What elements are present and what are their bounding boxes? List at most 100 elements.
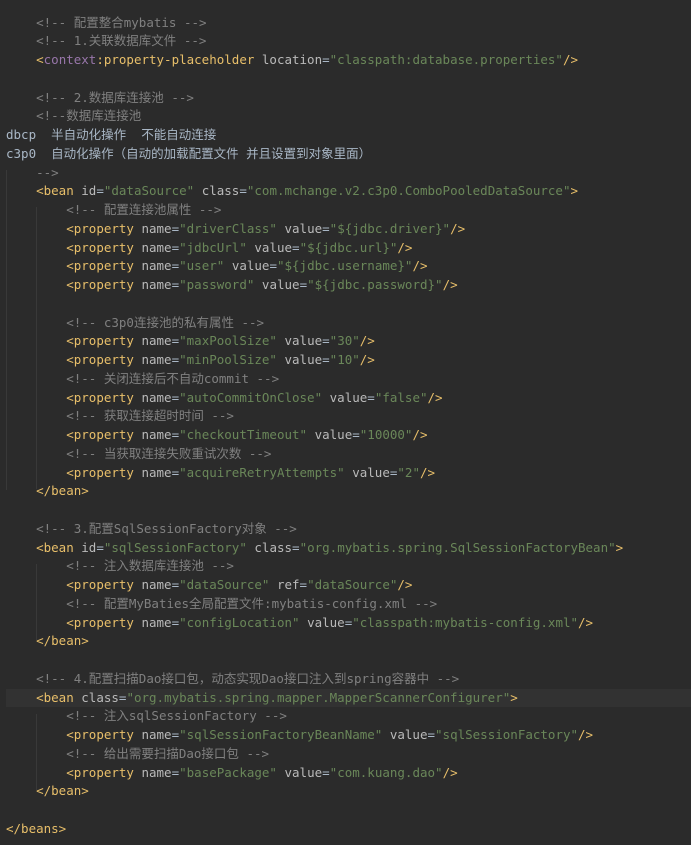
code-line[interactable] — [6, 651, 691, 670]
attribute-value: "autoCommitOnClose" — [179, 389, 323, 405]
code-text: = — [322, 220, 330, 236]
code-line[interactable] — [6, 501, 691, 520]
attribute-value: "${jdbc.password}" — [307, 277, 443, 292]
attribute-value: "sqlSessionFactory" — [435, 727, 579, 742]
code-text: = — [171, 389, 180, 405]
xml-tag: <bean — [36, 539, 82, 555]
attribute-value: "checkoutTimeout" — [179, 427, 308, 442]
code-line[interactable]: <property name="configLocation" value="c… — [6, 614, 691, 633]
xml-attribute: name — [141, 427, 172, 442]
code-line[interactable]: <property name="password" value="${jdbc.… — [6, 276, 691, 295]
xml-tag: </bean> — [36, 783, 89, 799]
xml-attribute: value — [284, 333, 323, 349]
xml-attribute: value — [231, 258, 270, 274]
attribute-value: "com.kuang.dao" — [329, 764, 443, 780]
code-line[interactable]: </bean> — [6, 482, 691, 501]
code-line[interactable]: </bean> — [6, 782, 691, 801]
code-line[interactable]: <property name="basePackage" value="com.… — [6, 764, 691, 783]
code-line[interactable]: <!-- 3.配置SqlSessionFactory对象 --> — [6, 520, 691, 539]
code-text: = — [171, 352, 180, 367]
xml-attribute: class — [81, 689, 119, 705]
code-line[interactable]: <bean class="org.mybatis.spring.mapper.M… — [6, 688, 691, 708]
attribute-value: "${jdbc.driver}" — [329, 220, 451, 236]
code-line[interactable]: <property name="user" value="${jdbc.user… — [6, 257, 691, 276]
code-editor[interactable]: <!-- 配置整合mybatis --> <!-- 1.关联数据库文件 --> … — [0, 0, 691, 845]
code-line[interactable]: c3p0 自动化操作（自动的加载配置文件 并且设置到对象里面） — [6, 145, 691, 164]
code-line[interactable]: </bean> — [6, 632, 691, 651]
code-line[interactable]: --> — [6, 164, 691, 183]
code-text: = — [171, 239, 180, 255]
attribute-value: "${jdbc.url}" — [299, 239, 398, 255]
attribute-value: "2" — [397, 464, 420, 480]
comment-text: dbcp 半自动化操作 不能自动连接 — [6, 127, 217, 142]
code-line[interactable]: <!-- 2.数据库连接池 --> — [6, 89, 691, 108]
code-line[interactable]: <property name="jdbcUrl" value="${jdbc.u… — [6, 239, 691, 258]
code-line[interactable]: </beans> — [6, 820, 691, 839]
xml-attribute: name — [141, 464, 172, 480]
code-line[interactable]: <property name="maxPoolSize" value="30"/… — [6, 332, 691, 351]
code-line[interactable]: <!-- 配置连接池属性 --> — [6, 201, 691, 220]
code-line[interactable]: <bean id="dataSource" class="com.mchange… — [6, 182, 691, 201]
code-line[interactable]: <property name="sqlSessionFactoryBeanNam… — [6, 726, 691, 745]
code-line[interactable] — [6, 295, 691, 314]
code-line[interactable]: <!-- 当获取连接失败重试次数 --> — [6, 445, 691, 464]
xml-tag: > — [510, 689, 518, 705]
code-line[interactable]: <!-- 关闭连接后不自动commit --> — [6, 370, 691, 389]
attribute-value: "classpath:mybatis-config.xml" — [352, 614, 579, 630]
code-line[interactable]: <context:property-placeholder location="… — [6, 51, 691, 70]
code-line[interactable]: <property name="checkoutTimeout" value="… — [6, 426, 691, 445]
code-line[interactable]: <!-- 注入数据库连接池 --> — [6, 557, 691, 576]
code-line[interactable]: <!-- 1.关联数据库文件 --> — [6, 32, 691, 51]
code-line[interactable]: <!-- 4.配置扫描Dao接口包，动态实现Dao接口注入到spring容器中 … — [6, 670, 691, 689]
xml-tag: < — [36, 52, 44, 67]
code-line[interactable]: <!-- 获取连接超时时间 --> — [6, 407, 691, 426]
code-comment: <!-- 当获取连接失败重试次数 --> — [66, 445, 272, 461]
attribute-value: "10000" — [359, 427, 413, 442]
code-line[interactable]: <property name="driverClass" value="${jd… — [6, 220, 691, 239]
code-line[interactable] — [6, 801, 691, 820]
xml-tag: /> — [562, 52, 579, 67]
attribute-value: "jdbcUrl" — [179, 239, 247, 255]
attribute-value: "${jdbc.username}" — [276, 258, 413, 274]
code-line[interactable]: <bean id="sqlSessionFactory" class="org.… — [6, 539, 691, 558]
xml-tag: <property — [66, 333, 142, 349]
code-comment: <!-- 配置连接池属性 --> — [66, 202, 222, 217]
xml-attribute: name — [141, 352, 172, 367]
code-line[interactable]: <property name="autoCommitOnClose" value… — [6, 389, 691, 408]
code-comment: <!-- 注入数据库连接池 --> — [66, 558, 234, 574]
code-text: = — [171, 764, 180, 780]
xml-tag: <property — [66, 427, 142, 442]
code-line[interactable]: <property name="minPoolSize" value="10"/… — [6, 351, 691, 370]
code-text: = — [352, 427, 360, 442]
code-line[interactable]: <!-- 给出需要扫描Dao接口包 --> — [6, 745, 691, 764]
code-line[interactable]: <property name="acquireRetryAttempts" va… — [6, 464, 691, 483]
attribute-value: "30" — [329, 333, 360, 349]
xml-tag: <bean — [36, 183, 82, 199]
xml-tag: /> — [412, 258, 428, 274]
code-line[interactable]: <!-- 配置整合mybatis --> — [6, 14, 691, 33]
code-line[interactable] — [6, 70, 691, 89]
code-line[interactable]: <!-- 配置MyBaties全局配置文件:mybatis-config.xml… — [6, 595, 691, 614]
xml-tag: /> — [397, 577, 413, 592]
code-line[interactable]: <property name="dataSource" ref="dataSou… — [6, 576, 691, 595]
xml-tag: /> — [442, 277, 458, 292]
code-text: = — [322, 352, 330, 367]
code-line[interactable]: dbcp 半自动化操作 不能自动连接 — [6, 126, 691, 145]
code-text: = — [171, 577, 180, 592]
code-line[interactable]: <!-- 注入sqlSessionFactory --> — [6, 707, 691, 726]
code-line[interactable]: <!--数据库连接池 — [6, 107, 691, 126]
code-line[interactable]: <!-- c3p0连接池的私有属性 --> — [6, 314, 691, 333]
